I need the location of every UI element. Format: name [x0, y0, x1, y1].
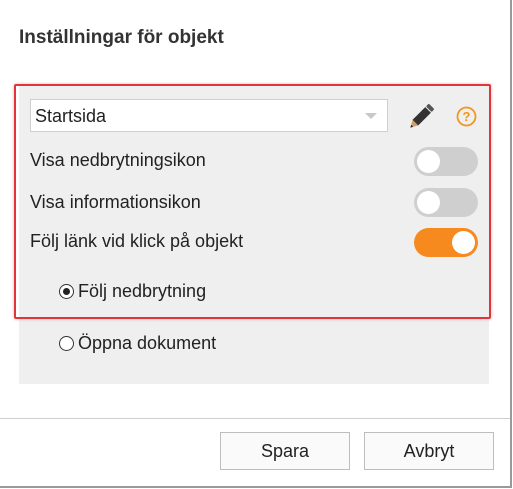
- radio-label-open-document[interactable]: Öppna dokument: [78, 333, 216, 354]
- radio-open-document[interactable]: [59, 336, 74, 351]
- save-button[interactable]: Spara: [220, 432, 350, 470]
- object-settings-dialog: Inställningar för objekt Startsida ? Vis…: [0, 0, 512, 488]
- footer-divider: [0, 418, 510, 419]
- cancel-button[interactable]: Avbryt: [364, 432, 494, 470]
- highlight-frame: [14, 84, 491, 319]
- dialog-title: Inställningar för objekt: [19, 27, 224, 48]
